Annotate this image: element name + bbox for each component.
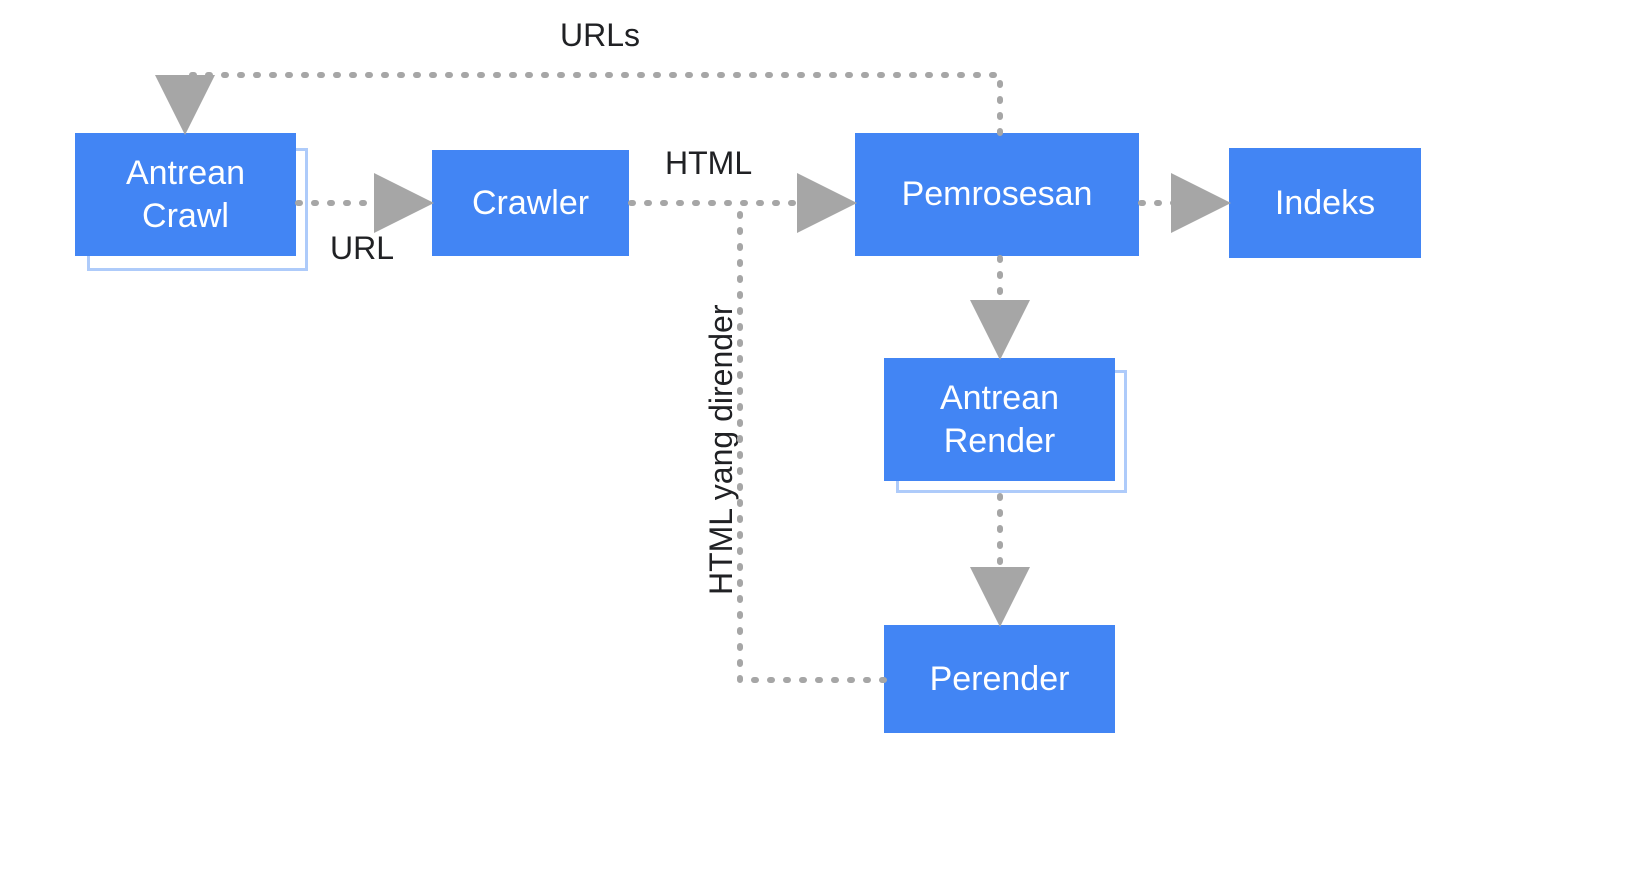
crawl-queue-label: AntreanCrawl — [126, 152, 245, 237]
processing-node: Pemrosesan — [855, 133, 1139, 256]
edge-label-urls-top: URLs — [560, 17, 640, 54]
crawl-queue-node: AntreanCrawl — [75, 133, 296, 256]
edge-label-url: URL — [330, 230, 394, 267]
index-node: Indeks — [1229, 148, 1421, 258]
diagram-canvas: AntreanCrawl Crawler Pemrosesan Indeks A… — [0, 0, 1642, 888]
crawler-label: Crawler — [472, 182, 589, 225]
render-queue-node: AntreanRender — [884, 358, 1115, 481]
render-queue-label: AntreanRender — [940, 377, 1059, 462]
edge-renderer-to-processing — [740, 203, 884, 680]
edge-label-rendered-html: HTML yang dirender — [703, 305, 740, 596]
edge-processing-to-crawlqueue — [185, 75, 1000, 133]
renderer-label: Perender — [930, 658, 1070, 701]
crawler-node: Crawler — [432, 150, 629, 256]
edge-label-html: HTML — [665, 145, 752, 182]
processing-label: Pemrosesan — [902, 173, 1093, 216]
renderer-node: Perender — [884, 625, 1115, 733]
index-label: Indeks — [1275, 182, 1375, 225]
